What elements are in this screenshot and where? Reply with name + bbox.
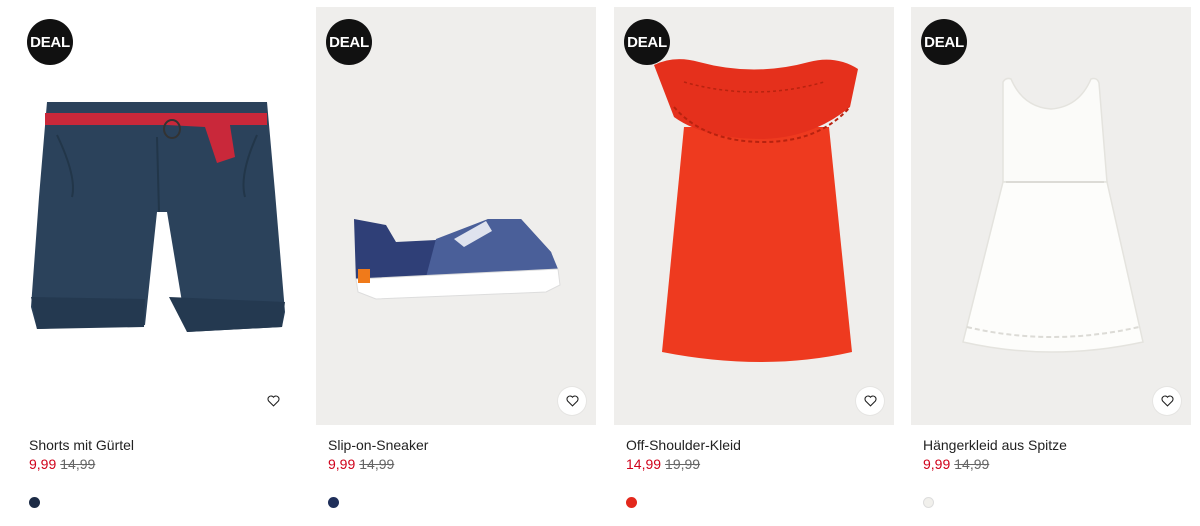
deal-badge: DEAL xyxy=(921,19,967,65)
product-card-dress[interactable]: DEAL Off-Shoulder-Kleid 14,99 19,99 xyxy=(614,0,894,526)
deal-badge: DEAL xyxy=(326,19,372,65)
price-row: 14,99 19,99 xyxy=(626,456,700,472)
sale-price: 9,99 xyxy=(29,456,57,472)
product-name[interactable]: Hängerkleid aus Spitze xyxy=(923,437,1067,453)
sale-price: 9,99 xyxy=(328,456,356,472)
product-card-lace-dress[interactable]: DEAL Hängerkleid aus Spitze 9,99 14,99 xyxy=(911,0,1191,526)
sale-price: 9,99 xyxy=(923,456,951,472)
heart-outline-icon xyxy=(566,395,578,407)
product-image[interactable]: DEAL xyxy=(911,7,1191,425)
deal-badge: DEAL xyxy=(27,19,73,65)
product-name[interactable]: Shorts mit Gürtel xyxy=(29,437,134,453)
product-image[interactable]: DEAL xyxy=(316,7,596,425)
heart-outline-icon xyxy=(1161,395,1173,407)
color-swatch[interactable] xyxy=(29,497,40,508)
sale-price: 14,99 xyxy=(626,456,662,472)
old-price: 14,99 xyxy=(954,456,990,472)
deal-badge: DEAL xyxy=(624,19,670,65)
color-swatch[interactable] xyxy=(923,497,934,508)
favorite-button[interactable] xyxy=(856,387,884,415)
old-price: 14,99 xyxy=(359,456,395,472)
favorite-button[interactable] xyxy=(1153,387,1181,415)
old-price: 19,99 xyxy=(665,456,701,472)
heart-outline-icon xyxy=(267,395,279,407)
product-name[interactable]: Slip-on-Sneaker xyxy=(328,437,428,453)
shorts-image xyxy=(31,102,285,332)
product-card-sneaker[interactable]: DEAL Slip-on-Sneaker 9,99 14,99 xyxy=(316,0,596,526)
color-swatch[interactable] xyxy=(328,497,339,508)
favorite-button[interactable] xyxy=(558,387,586,415)
product-name[interactable]: Off-Shoulder-Kleid xyxy=(626,437,741,453)
old-price: 14,99 xyxy=(60,456,96,472)
product-image[interactable]: DEAL xyxy=(17,7,297,425)
sneaker-image xyxy=(354,219,561,300)
color-swatch[interactable] xyxy=(626,497,637,508)
lace-dress-image xyxy=(962,77,1144,353)
product-card-shorts[interactable]: DEAL Shorts mit Gürtel 9,99 14,99 xyxy=(17,0,297,526)
favorite-button[interactable] xyxy=(259,387,287,415)
price-row: 9,99 14,99 xyxy=(923,456,989,472)
product-image[interactable]: DEAL xyxy=(614,7,894,425)
price-row: 9,99 14,99 xyxy=(29,456,95,472)
heart-outline-icon xyxy=(864,395,876,407)
dress-image xyxy=(654,59,858,362)
price-row: 9,99 14,99 xyxy=(328,456,394,472)
